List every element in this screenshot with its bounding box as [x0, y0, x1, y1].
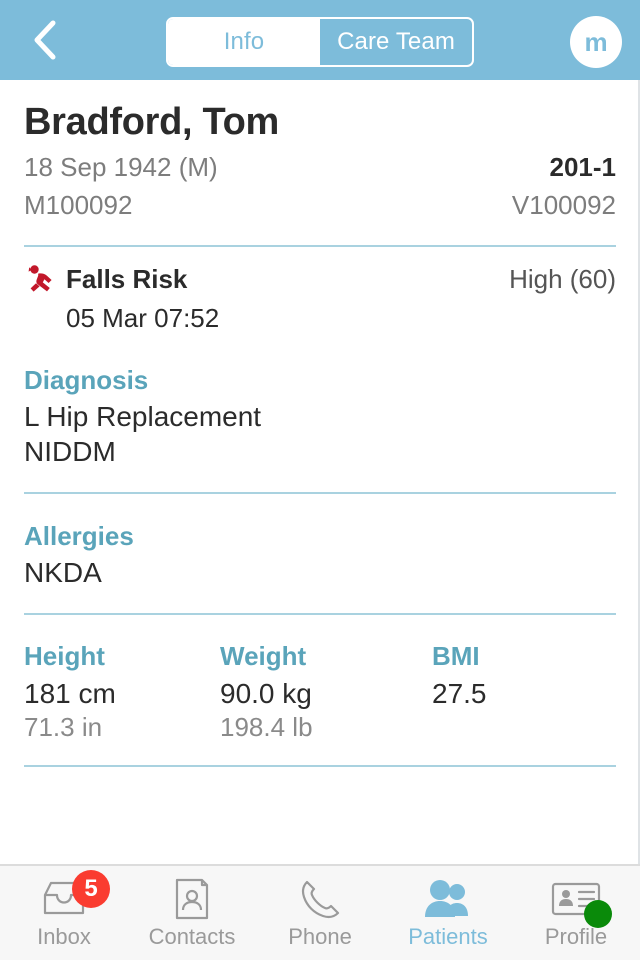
allergies-item: NKDA — [24, 557, 102, 589]
falls-risk-label: Falls Risk — [66, 264, 188, 295]
falls-risk-left: Falls Risk — [24, 263, 187, 297]
inbox-icon-wrap: 5 — [40, 870, 110, 924]
inbox-badge: 5 — [72, 870, 110, 908]
vital-height-primary: 181 cm — [24, 677, 116, 709]
patients-icon-wrap — [422, 878, 474, 924]
tab-profile-label: Profile — [544, 924, 608, 949]
vital-bmi-title: BMI — [432, 640, 480, 671]
patient-location: 201-1 — [549, 151, 617, 182]
vital-bmi-primary: 27.5 — [432, 677, 487, 709]
diagnosis-item: NIDDM — [24, 436, 116, 468]
tab-inbox-label: Inbox — [37, 924, 91, 949]
tab-contacts-label: Contacts — [148, 924, 236, 949]
vitals-section: Height 181 cm 71.3 in Weight 90.0 kg 198… — [24, 615, 616, 744]
tab-bar: 5 Inbox Contacts Phone Patients Profile — [0, 864, 640, 960]
people-icon — [422, 879, 474, 924]
chevron-left-icon — [31, 19, 57, 61]
contact-card-icon — [172, 877, 212, 926]
tab-profile[interactable]: Profile — [512, 866, 640, 960]
diagnosis-section: Diagnosis L Hip Replacement NIDDM — [24, 338, 616, 494]
allergies-title: Allergies — [24, 520, 134, 551]
patient-meta-row-2: M100092 V100092 — [24, 190, 616, 221]
falls-risk-section[interactable]: Falls Risk High (60) 05 Mar 07:52 — [24, 247, 616, 338]
phone-icon-wrap — [298, 878, 342, 924]
vital-weight: Weight 90.0 kg 198.4 lb — [220, 641, 432, 744]
patient-mrn: M100092 — [24, 189, 133, 220]
vital-weight-title: Weight — [220, 640, 307, 671]
tab-phone[interactable]: Phone — [256, 866, 384, 960]
tab-phone-label: Phone — [288, 924, 352, 949]
patient-header: Bradford, Tom 18 Sep 1942 (M) 201-1 M100… — [24, 80, 616, 247]
segment-info-label: Info — [223, 28, 265, 55]
navigation-bar: Info Care Team m — [0, 0, 640, 80]
tab-patients-label: Patients — [408, 924, 488, 949]
divider-vitals — [24, 765, 616, 768]
tab-contacts[interactable]: Contacts — [128, 866, 256, 960]
avatar-initial: m — [584, 27, 608, 57]
falls-risk-timestamp: 05 Mar 07:52 — [66, 302, 220, 333]
allergies-section: Allergies NKDA — [24, 494, 616, 615]
patient-meta-row-1: 18 Sep 1942 (M) 201-1 — [24, 152, 616, 183]
user-avatar[interactable]: m — [570, 16, 622, 68]
vital-bmi: BMI 27.5 — [432, 641, 487, 744]
falls-risk-row: Falls Risk High (60) — [24, 263, 616, 297]
tab-patients[interactable]: Patients — [384, 866, 512, 960]
vital-weight-primary: 90.0 kg — [220, 677, 312, 709]
diagnosis-title: Diagnosis — [24, 364, 149, 395]
vital-height-title: Height — [24, 640, 105, 671]
vital-weight-secondary: 198.4 lb — [220, 711, 313, 742]
patient-dob-sex: 18 Sep 1942 (M) — [24, 151, 218, 182]
tab-inbox[interactable]: 5 Inbox — [0, 866, 128, 960]
phone-handset-icon — [298, 877, 342, 926]
segment-info[interactable]: Info — [168, 19, 320, 65]
diagnosis-item: L Hip Replacement — [24, 401, 262, 433]
profile-icon-wrap — [550, 878, 612, 928]
falls-risk-value: High (60) — [509, 264, 616, 295]
view-segmented-control[interactable]: Info Care Team — [166, 17, 474, 67]
status-indicator-dot — [584, 900, 612, 928]
back-button[interactable] — [16, 12, 72, 68]
contacts-icon-wrap — [172, 878, 212, 924]
patient-visit-id: V100092 — [511, 189, 616, 220]
patient-detail-content[interactable]: Bradford, Tom 18 Sep 1942 (M) 201-1 M100… — [0, 80, 640, 864]
patient-name: Bradford, Tom — [24, 101, 280, 143]
patient-info-screen: Info Care Team m Bradford, Tom 18 Sep 19… — [0, 0, 640, 960]
vital-height: Height 181 cm 71.3 in — [24, 641, 220, 744]
vital-height-secondary: 71.3 in — [24, 711, 103, 742]
segment-care-team-label: Care Team — [337, 28, 455, 55]
falling-person-icon — [24, 263, 60, 297]
segment-care-team[interactable]: Care Team — [320, 19, 472, 65]
